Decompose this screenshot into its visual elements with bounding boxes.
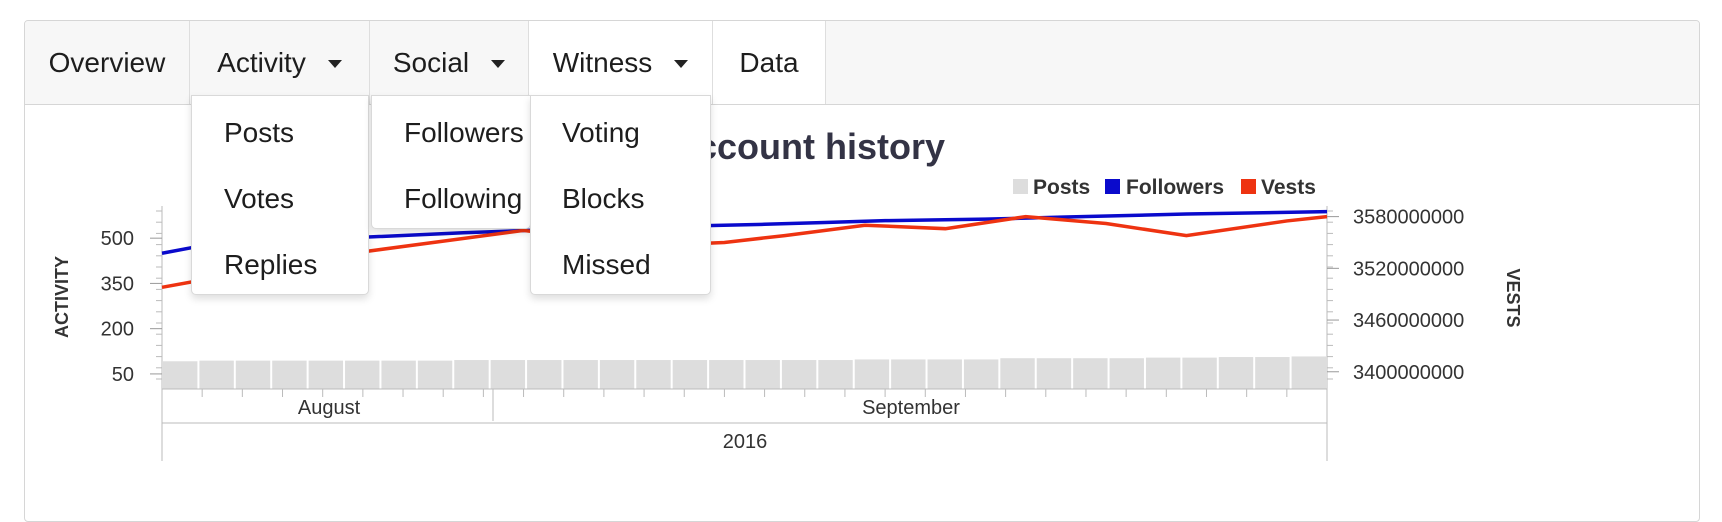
tab-social-label: Social [392,46,470,78]
right-axis-label: VESTS [1503,268,1523,327]
posts-bar [235,360,271,389]
legend-posts-swatch [1013,179,1028,194]
month-september: September [862,397,960,419]
right-tick-label: 3520000000 [1353,258,1464,280]
posts-bar [1073,358,1108,389]
posts-bar [272,360,307,389]
tab-witness-label: Witness [552,46,653,78]
witness-dropdown: Voting Blocks Missed [530,95,711,295]
menu-item-blocks[interactable]: Blocks [562,183,644,215]
tab-social[interactable]: Social [370,21,529,104]
menu-item-replies[interactable]: Replies [224,249,317,281]
posts-bar [1036,358,1072,389]
posts-bar [781,360,817,389]
right-tick-label: 3460000000 [1353,310,1464,332]
posts-bar [963,359,999,389]
tab-activity-label: Activity [217,46,306,78]
chart-title: ccount history [697,126,945,167]
left-tick-label: 500 [101,228,134,250]
year-2016: 2016 [723,431,768,453]
posts-bar [818,360,853,389]
legend-vests-label: Vests [1261,176,1316,199]
posts-bar [381,360,416,389]
tab-witness[interactable]: Witness [529,21,713,104]
posts-bar [1145,357,1181,389]
tab-activity[interactable]: Activity [190,21,370,104]
posts-bar [599,360,635,389]
posts-bar [927,359,962,389]
posts-bar [636,360,671,389]
left-tick-label: 50 [112,364,134,386]
posts-bar [709,360,744,389]
tab-overview-label: Overview [48,46,166,78]
posts-bar [563,360,598,389]
left-tick-label: 200 [101,319,134,341]
menu-item-followers[interactable]: Followers [404,117,524,149]
chart-legend: Posts Followers Vests [1013,176,1316,199]
posts-bar [1218,357,1254,389]
tab-data-label: Data [739,46,799,78]
posts-bar [1255,357,1290,389]
right-tick-label: 3580000000 [1353,207,1464,229]
posts-bar [490,360,526,389]
posts-bar [1000,358,1035,389]
nav-bar: Overview Activity Social Witness Data [25,21,1699,105]
menu-item-following[interactable]: Following [404,183,522,215]
posts-bar [454,360,489,389]
posts-bar [163,361,198,389]
menu-item-votes[interactable]: Votes [224,183,294,215]
posts-bar [199,360,234,389]
posts-bar [1182,357,1217,389]
posts-bar [1291,356,1326,389]
menu-item-voting[interactable]: Voting [562,117,640,149]
legend-posts-label: Posts [1033,176,1090,199]
menu-item-posts[interactable]: Posts [224,117,294,149]
legend-followers-label: Followers [1126,176,1224,199]
posts-bar [308,360,344,389]
legend-vests-swatch [1241,179,1256,194]
posts-bars [163,356,1326,389]
menu-item-missed[interactable]: Missed [562,249,651,281]
posts-bar [745,360,780,389]
posts-bar [854,359,890,389]
left-tick-label: 350 [101,273,134,295]
chevron-down-icon [491,59,506,68]
posts-bar [417,360,453,389]
chevron-down-icon [327,59,342,68]
posts-bar [1109,358,1144,389]
account-panel: ccount history Posts Followers Vests ACT… [24,20,1700,522]
legend-followers-swatch [1105,179,1120,194]
posts-bar [527,360,562,389]
tab-data[interactable]: Data [713,21,826,104]
left-axis-label: ACTIVITY [52,256,72,338]
right-tick-label: 3400000000 [1353,362,1464,384]
posts-bar [891,359,926,389]
posts-bar [345,360,380,389]
posts-bar [672,360,708,389]
tab-overview[interactable]: Overview [25,21,190,104]
month-august: August [298,397,361,419]
chevron-down-icon [674,59,689,68]
social-dropdown: Followers Following [371,95,531,229]
activity-dropdown: Posts Votes Replies [191,95,369,295]
